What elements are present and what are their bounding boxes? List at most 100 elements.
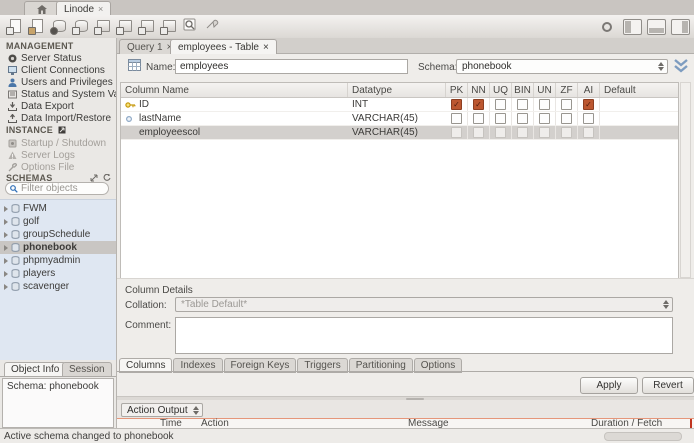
col-header-un[interactable]: UN — [534, 83, 556, 97]
checkbox-uq[interactable] — [495, 99, 506, 110]
schema-label: groupSchedule — [23, 229, 91, 240]
expander-icon[interactable] — [4, 257, 8, 264]
checkbox-zf[interactable] — [561, 127, 572, 138]
sidebar-item-status-variables[interactable]: Status and System Variables — [8, 88, 116, 100]
comment-textarea[interactable] — [175, 317, 673, 354]
expander-icon[interactable] — [4, 218, 8, 225]
grid-scrollbar[interactable] — [680, 82, 691, 278]
connection-tab-label: Linode — [64, 3, 95, 15]
search-objects-icon[interactable] — [182, 18, 200, 35]
col-header-nn[interactable]: NN — [468, 83, 490, 97]
home-tab[interactable] — [24, 1, 60, 16]
new-view-icon[interactable] — [94, 18, 112, 35]
connection-tab-linode[interactable]: Linode × — [56, 1, 112, 16]
checkbox-ai[interactable] — [583, 127, 594, 138]
checkbox-un[interactable] — [539, 99, 550, 110]
output-selector[interactable]: Action Output — [121, 403, 203, 417]
column-details-title: Column Details — [125, 285, 193, 296]
collation-label: Collation: — [125, 300, 167, 311]
checkbox-nn[interactable] — [473, 127, 484, 138]
table-row[interactable]: ID INT — [121, 98, 678, 112]
table-name-input[interactable]: employees — [175, 59, 408, 74]
checkbox-uq[interactable] — [495, 113, 506, 124]
expand-icon[interactable] — [90, 174, 98, 182]
checkbox-un[interactable] — [539, 127, 550, 138]
checkbox-ai[interactable] — [583, 113, 594, 124]
new-table-icon[interactable] — [72, 18, 90, 35]
checkbox-nn[interactable] — [473, 113, 484, 124]
sidebar-item-server-status[interactable]: Server Status — [8, 52, 116, 64]
sidebar-item-data-export[interactable]: Data Export — [8, 100, 116, 112]
sidebar-item-users-privileges[interactable]: Users and Privileges — [8, 76, 116, 88]
main-editor: Query 1 × employees - Table × Name: empl… — [117, 38, 694, 432]
checkbox-un[interactable] — [539, 113, 550, 124]
expand-header-chevrons-icon[interactable] — [673, 59, 689, 73]
col-header-uq[interactable]: UQ — [490, 83, 512, 97]
checkbox-bin[interactable] — [517, 113, 528, 124]
schema-item-golf[interactable]: golf — [0, 215, 116, 228]
editor-bottom-tabs: Columns Indexes Foreign Keys Triggers Partit… — [119, 358, 463, 373]
collation-select[interactable]: *Table Default* — [175, 297, 673, 312]
column-name: lastName — [139, 113, 182, 124]
checkbox-uq[interactable] — [495, 127, 506, 138]
expander-icon[interactable] — [4, 231, 8, 238]
expander-icon[interactable] — [4, 244, 8, 251]
plugin-icon[interactable] — [204, 18, 222, 35]
spinner-icon[interactable] — [658, 60, 664, 73]
schema-item-phpmyadmin[interactable]: phpmyadmin — [0, 254, 116, 267]
table-row[interactable]: lastName VARCHAR(45) — [121, 112, 678, 126]
toggle-bottom-panel-button[interactable] — [647, 18, 666, 35]
sidebar-item-startup-shutdown[interactable]: Startup / Shutdown — [8, 137, 116, 149]
col-header-name[interactable]: Column Name — [121, 83, 348, 97]
sidebar-item-data-import[interactable]: Data Import/Restore — [8, 112, 116, 124]
col-header-ai[interactable]: AI — [578, 83, 600, 97]
spinner-icon[interactable] — [663, 298, 669, 311]
toggle-left-panel-button[interactable] — [623, 18, 642, 35]
checkbox-bin[interactable] — [517, 127, 528, 138]
table-row-selected[interactable]: employeescol VARCHAR(45) — [121, 126, 678, 140]
new-schema-icon[interactable] — [50, 18, 68, 35]
apply-button[interactable]: Apply — [580, 377, 638, 394]
schema-select[interactable]: phonebook — [456, 59, 668, 74]
tab-session[interactable]: Session — [62, 362, 112, 376]
close-icon[interactable]: × — [98, 4, 103, 14]
checkbox-bin[interactable] — [517, 99, 528, 110]
schema-item-groupschedule[interactable]: groupSchedule — [0, 228, 116, 241]
schema-item-scavenger[interactable]: scavenger — [0, 280, 116, 293]
new-procedure-icon[interactable] — [116, 18, 134, 35]
checkbox-zf[interactable] — [561, 113, 572, 124]
toggle-right-panel-button[interactable] — [671, 18, 690, 35]
col-header-pk[interactable]: PK — [446, 83, 468, 97]
new-event-icon[interactable] — [160, 18, 178, 35]
col-header-default[interactable]: Default — [600, 83, 678, 97]
sidebar-item-server-logs[interactable]: Server Logs — [8, 149, 116, 161]
col-header-zf[interactable]: ZF — [556, 83, 578, 97]
refresh-icon[interactable] — [103, 174, 111, 182]
checkbox-nn[interactable] — [473, 99, 484, 110]
sidebar-item-options-file[interactable]: Options File — [8, 161, 116, 173]
schema-item-players[interactable]: players — [0, 267, 116, 280]
checkbox-pk[interactable] — [451, 113, 462, 124]
col-header-bin[interactable]: BIN — [512, 83, 534, 97]
new-sql-tab-icon[interactable] — [6, 18, 24, 35]
expander-icon[interactable] — [4, 205, 8, 212]
open-sql-script-icon[interactable] — [28, 18, 46, 35]
close-icon[interactable]: × — [263, 42, 269, 53]
database-icon — [11, 230, 20, 239]
checkbox-pk[interactable] — [451, 99, 462, 110]
checkbox-pk[interactable] — [451, 127, 462, 138]
revert-button[interactable]: Revert — [642, 377, 694, 394]
checkbox-zf[interactable] — [561, 99, 572, 110]
schema-item-fwm[interactable]: FWM — [0, 202, 116, 215]
col-header-datatype[interactable]: Datatype — [348, 83, 446, 97]
expander-icon[interactable] — [4, 270, 8, 277]
new-function-icon[interactable] — [138, 18, 156, 35]
checkbox-ai[interactable] — [583, 99, 594, 110]
schema-item-phonebook[interactable]: phonebook — [0, 241, 116, 254]
tab-employees-table[interactable]: employees - Table × — [170, 39, 277, 54]
schema-filter-input[interactable]: Filter objects — [5, 182, 109, 195]
tab-object-info[interactable]: Object Info — [4, 362, 67, 376]
sidebar-item-client-connections[interactable]: Client Connections — [8, 64, 116, 76]
expander-icon[interactable] — [4, 283, 8, 290]
spinner-icon[interactable] — [193, 404, 199, 416]
